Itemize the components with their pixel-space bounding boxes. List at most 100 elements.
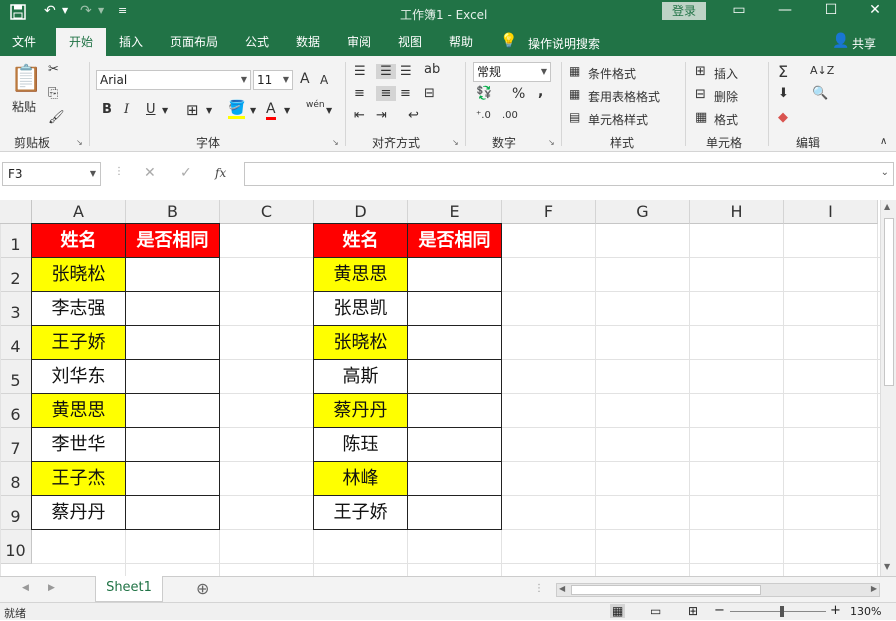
font-size-select[interactable]: 11 ▼ [253, 70, 293, 90]
tab-help[interactable]: 帮助 [449, 28, 473, 56]
increase-decimal-icon[interactable]: ⁺.0 [476, 110, 491, 121]
result-cell[interactable] [125, 427, 220, 462]
name-cell[interactable]: 黄思思 [31, 393, 126, 428]
delete-cells-button[interactable]: 删除 [714, 88, 738, 105]
result-cell[interactable] [407, 495, 502, 530]
underline-dropdown-icon[interactable]: ▼ [162, 106, 168, 115]
name-cell[interactable]: 刘华东 [31, 359, 126, 394]
align-middle-icon[interactable]: ☰ [376, 64, 396, 79]
fill-icon[interactable]: ⬇ [778, 86, 789, 101]
vertical-scrollbar[interactable]: ▲ ▼ [880, 200, 896, 576]
orientation-icon[interactable]: ab [424, 62, 440, 77]
phonetic-icon[interactable]: wén [306, 100, 325, 110]
borders-dropdown-icon[interactable]: ▼ [206, 106, 212, 115]
row-header[interactable]: 3 [0, 292, 32, 326]
row-header[interactable]: 5 [0, 360, 32, 394]
find-select-icon[interactable]: 🔍 [812, 86, 828, 101]
tab-data[interactable]: 数据 [296, 28, 320, 56]
login-button[interactable]: 登录 [662, 2, 706, 20]
tab-insert[interactable]: 插入 [119, 28, 143, 56]
enter-icon[interactable]: ✓ [180, 165, 192, 181]
share-button[interactable]: 共享 [852, 35, 876, 52]
clear-icon[interactable]: ◆ [778, 110, 788, 125]
close-icon[interactable]: ✕ [860, 2, 890, 18]
zoom-in-icon[interactable]: + [830, 603, 841, 618]
cancel-icon[interactable]: ✕ [144, 165, 156, 181]
sheet-tab-sheet1[interactable]: Sheet1 [95, 576, 163, 602]
result-cell[interactable] [125, 393, 220, 428]
formula-input[interactable]: ⌄ [244, 162, 894, 186]
align-left-icon[interactable]: ≡ [354, 86, 365, 101]
shrink-font-button[interactable]: A [320, 73, 328, 87]
scroll-up-icon[interactable]: ▲ [884, 202, 890, 211]
insert-cells-button[interactable]: 插入 [714, 65, 738, 82]
page-break-view-icon[interactable]: ⊞ [688, 604, 698, 618]
clipboard-launcher-icon[interactable]: ↘ [76, 138, 83, 147]
phonetic-dropdown-icon[interactable]: ▼ [326, 106, 332, 115]
increase-indent-icon[interactable]: ⇥ [376, 108, 387, 123]
row-header[interactable]: 4 [0, 326, 32, 360]
column-header[interactable]: H [690, 200, 784, 224]
result-cell[interactable] [125, 257, 220, 292]
result-cell[interactable] [125, 359, 220, 394]
align-center-icon[interactable]: ≡ [376, 86, 396, 101]
number-format-select[interactable]: 常规 ▼ [473, 62, 551, 82]
header-cell-same[interactable]: 是否相同 [407, 223, 502, 258]
conditional-format-button[interactable]: 条件格式 [588, 65, 636, 82]
result-cell[interactable] [125, 495, 220, 530]
scroll-right-icon[interactable]: ▶ [871, 584, 877, 593]
autosum-icon[interactable]: Σ [778, 62, 788, 81]
horizontal-scroll-thumb[interactable] [571, 585, 761, 595]
decrease-indent-icon[interactable]: ⇤ [354, 108, 365, 123]
name-cell[interactable]: 王子杰 [31, 461, 126, 496]
percent-button[interactable]: % [512, 86, 525, 102]
fill-color-dropdown-icon[interactable]: ▼ [250, 106, 256, 115]
row-header[interactable]: 7 [0, 428, 32, 462]
name-cell[interactable]: 黄思思 [313, 257, 408, 292]
redo-icon[interactable]: ↷ [80, 3, 92, 19]
header-cell-name[interactable]: 姓名 [31, 223, 126, 258]
tab-file[interactable]: 文件 [12, 28, 36, 56]
align-top-icon[interactable]: ☰ [354, 64, 366, 79]
tab-formulas[interactable]: 公式 [245, 28, 269, 56]
font-color-dropdown-icon[interactable]: ▼ [284, 106, 290, 115]
copy-icon[interactable]: ⎘ [48, 86, 58, 101]
format-as-table-button[interactable]: 套用表格格式 [588, 88, 660, 105]
zoom-slider-track[interactable] [730, 611, 826, 612]
number-launcher-icon[interactable]: ↘ [548, 138, 555, 147]
scroll-left-icon[interactable]: ◀ [559, 584, 565, 593]
result-cell[interactable] [407, 257, 502, 292]
page-layout-view-icon[interactable]: ▭ [650, 604, 661, 618]
customize-qat-icon[interactable]: ≡ [118, 4, 127, 17]
comma-button[interactable]: , [538, 84, 543, 100]
expand-formula-icon[interactable]: ⌄ [881, 167, 889, 178]
tab-page-layout[interactable]: 页面布局 [170, 28, 218, 56]
tab-view[interactable]: 视图 [398, 28, 422, 56]
result-cell[interactable] [407, 427, 502, 462]
result-cell[interactable] [125, 461, 220, 496]
name-cell[interactable]: 李世华 [31, 427, 126, 462]
accounting-format-icon[interactable]: 💱 [476, 86, 492, 101]
zoom-slider-thumb[interactable] [780, 606, 784, 617]
decrease-decimal-icon[interactable]: .00 [502, 110, 518, 121]
paste-button[interactable]: 粘贴 [12, 98, 36, 115]
column-header[interactable]: G [596, 200, 690, 224]
column-header[interactable]: D [314, 200, 408, 224]
font-launcher-icon[interactable]: ↘ [332, 138, 339, 147]
horizontal-scrollbar[interactable]: ◀ ▶ [556, 583, 880, 597]
row-header[interactable]: 2 [0, 258, 32, 292]
select-all-corner[interactable] [0, 200, 32, 224]
result-cell[interactable] [407, 359, 502, 394]
result-cell[interactable] [407, 461, 502, 496]
add-sheet-icon[interactable]: ⊕ [196, 579, 209, 598]
column-header[interactable]: C [220, 200, 314, 224]
minimize-icon[interactable]: — [770, 2, 800, 18]
header-cell-same[interactable]: 是否相同 [125, 223, 220, 258]
name-cell[interactable]: 高斯 [313, 359, 408, 394]
underline-button[interactable]: U [146, 102, 156, 117]
font-name-select[interactable]: Arial ▼ [96, 70, 251, 90]
tell-me-search[interactable]: 操作说明搜索 [528, 35, 600, 52]
column-header[interactable]: A [32, 200, 126, 224]
result-cell[interactable] [407, 291, 502, 326]
undo-dropdown-icon[interactable]: ▼ [62, 6, 68, 15]
